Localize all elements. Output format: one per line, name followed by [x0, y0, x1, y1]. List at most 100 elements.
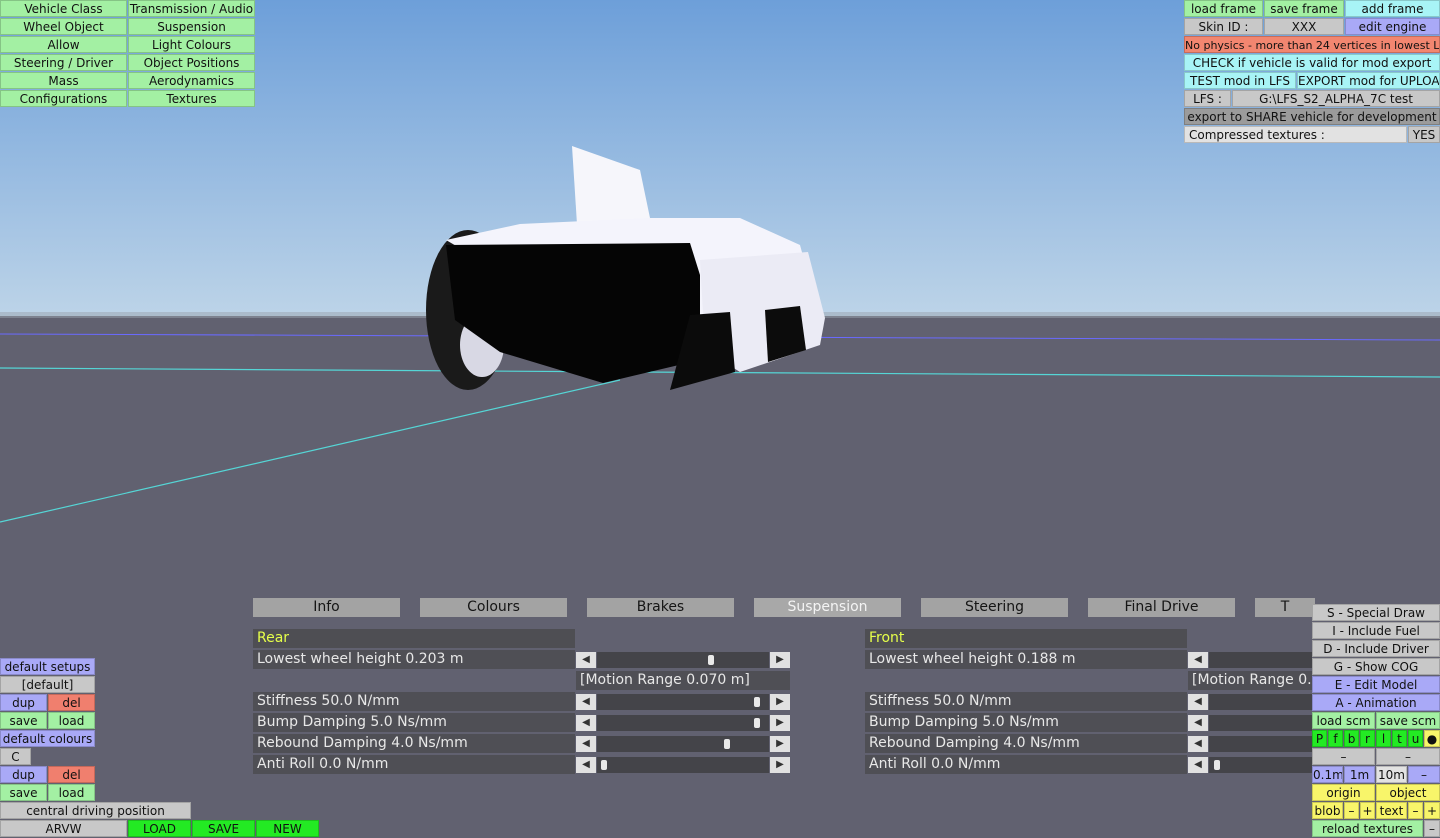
- vehicle-name-field[interactable]: ARVW: [0, 820, 127, 837]
- arrow-right-icon[interactable]: ▶: [770, 757, 790, 773]
- save-scm-button[interactable]: save scm: [1376, 712, 1440, 729]
- tab-brakes[interactable]: Brakes: [587, 598, 734, 617]
- arrow-left-icon[interactable]: ◀: [1188, 652, 1208, 668]
- arrow-left-icon[interactable]: ◀: [1188, 757, 1208, 773]
- toggle-f[interactable]: f: [1328, 730, 1343, 747]
- arrow-left-icon[interactable]: ◀: [1188, 736, 1208, 752]
- step-0-1m-button[interactable]: 0.1m: [1312, 766, 1343, 783]
- special-draw-button[interactable]: S - Special Draw: [1312, 604, 1440, 621]
- step-1m-button[interactable]: 1m: [1344, 766, 1375, 783]
- edit-engine-button[interactable]: edit engine: [1345, 18, 1440, 35]
- toggle-t[interactable]: t: [1392, 730, 1407, 747]
- test-mod-button[interactable]: TEST mod in LFS: [1184, 72, 1296, 89]
- toggle-u[interactable]: u: [1408, 730, 1423, 747]
- menu-wheel-object[interactable]: Wheel Object: [0, 18, 127, 35]
- include-fuel-button[interactable]: I - Include Fuel: [1312, 622, 1440, 639]
- setup-del-button[interactable]: del: [48, 694, 95, 711]
- colour-name-field[interactable]: C: [0, 748, 31, 765]
- arrow-right-icon[interactable]: ▶: [770, 736, 790, 752]
- menu-aerodynamics[interactable]: Aerodynamics: [128, 72, 255, 89]
- arrow-right-icon[interactable]: ▶: [770, 694, 790, 710]
- setup-load-button[interactable]: load: [48, 712, 95, 729]
- colour-save-button[interactable]: save: [0, 784, 47, 801]
- slider-knob[interactable]: [754, 697, 761, 707]
- toggle-b[interactable]: b: [1344, 730, 1359, 747]
- tab-info[interactable]: Info: [253, 598, 400, 617]
- arrow-left-icon[interactable]: ◀: [1188, 715, 1208, 731]
- tab-colours[interactable]: Colours: [420, 598, 567, 617]
- include-driver-button[interactable]: D - Include Driver: [1312, 640, 1440, 657]
- add-frame-button[interactable]: add frame: [1345, 0, 1440, 17]
- setup-save-button[interactable]: save: [0, 712, 47, 729]
- reload-minus-button[interactable]: –: [1424, 820, 1440, 837]
- text-minus-button[interactable]: –: [1408, 802, 1423, 819]
- text-button[interactable]: text: [1376, 802, 1407, 819]
- toggle-dot-icon[interactable]: ●: [1424, 730, 1440, 747]
- menu-transmission-audio[interactable]: Transmission / Audio: [128, 0, 255, 17]
- arrow-left-icon[interactable]: ◀: [1188, 694, 1208, 710]
- tab-tyres[interactable]: T: [1255, 598, 1315, 617]
- menu-mass[interactable]: Mass: [0, 72, 127, 89]
- origin-button[interactable]: origin: [1312, 784, 1375, 801]
- menu-suspension[interactable]: Suspension: [128, 18, 255, 35]
- toggle-l[interactable]: l: [1376, 730, 1391, 747]
- tab-final-drive[interactable]: Final Drive: [1088, 598, 1235, 617]
- menu-textures[interactable]: Textures: [128, 90, 255, 107]
- save-frame-button[interactable]: save frame: [1264, 0, 1344, 17]
- step-10m-button[interactable]: 10m: [1376, 766, 1407, 783]
- lfs-path-field[interactable]: G:\LFS_S2_ALPHA_7C test: [1232, 90, 1440, 107]
- slider-knob[interactable]: [601, 760, 607, 770]
- menu-allow[interactable]: Allow: [0, 36, 127, 53]
- arrow-left-icon[interactable]: ◀: [576, 715, 596, 731]
- arrow-right-icon[interactable]: ▶: [770, 715, 790, 731]
- toggle-p[interactable]: P: [1312, 730, 1327, 747]
- new-vehicle-button[interactable]: NEW: [256, 820, 319, 837]
- slider-knob[interactable]: [724, 739, 731, 749]
- step-minus-button[interactable]: –: [1408, 766, 1440, 783]
- arrow-left-icon[interactable]: ◀: [576, 757, 596, 773]
- arrow-left-icon[interactable]: ◀: [576, 736, 596, 752]
- slider-knob[interactable]: [708, 655, 715, 665]
- default-setups-button[interactable]: default setups: [0, 658, 95, 675]
- setup-dup-button[interactable]: dup: [0, 694, 47, 711]
- tab-suspension[interactable]: Suspension: [754, 598, 901, 617]
- toggle-r[interactable]: r: [1360, 730, 1375, 747]
- colour-dup-button[interactable]: dup: [0, 766, 47, 783]
- edit-model-button[interactable]: E - Edit Model: [1312, 676, 1440, 693]
- save-vehicle-button[interactable]: SAVE: [192, 820, 255, 837]
- colour-load-button[interactable]: load: [48, 784, 95, 801]
- menu-configurations[interactable]: Configurations: [0, 90, 127, 107]
- compressed-textures-toggle[interactable]: YES: [1408, 126, 1440, 143]
- load-vehicle-button[interactable]: LOAD: [128, 820, 191, 837]
- slider-knob[interactable]: [754, 718, 761, 728]
- arrow-left-icon[interactable]: ◀: [576, 652, 596, 668]
- minus-button-right[interactable]: –: [1376, 748, 1440, 765]
- slider-knob[interactable]: [1214, 760, 1220, 770]
- default-colours-button[interactable]: default colours: [0, 730, 95, 747]
- setup-name-field[interactable]: [default]: [0, 676, 95, 693]
- load-frame-button[interactable]: load frame: [1184, 0, 1263, 17]
- blob-plus-button[interactable]: +: [1360, 802, 1375, 819]
- animation-button[interactable]: A - Animation: [1312, 694, 1440, 711]
- object-button[interactable]: object: [1376, 784, 1440, 801]
- arrow-right-icon[interactable]: ▶: [770, 652, 790, 668]
- export-share-button[interactable]: export to SHARE vehicle for development: [1184, 108, 1440, 125]
- check-vehicle-button[interactable]: CHECK if vehicle is valid for mod export: [1184, 54, 1440, 71]
- export-upload-button[interactable]: EXPORT mod for UPLOAD: [1297, 72, 1440, 89]
- menu-light-colours[interactable]: Light Colours: [128, 36, 255, 53]
- colour-del-button[interactable]: del: [48, 766, 95, 783]
- skin-id-field[interactable]: XXX: [1264, 18, 1344, 35]
- blob-minus-button[interactable]: –: [1344, 802, 1359, 819]
- load-scm-button[interactable]: load scm: [1312, 712, 1375, 729]
- arrow-left-icon[interactable]: ◀: [576, 694, 596, 710]
- tab-steering[interactable]: Steering: [921, 598, 1068, 617]
- menu-steering-driver[interactable]: Steering / Driver: [0, 54, 127, 71]
- text-plus-button[interactable]: +: [1424, 802, 1440, 819]
- menu-vehicle-class[interactable]: Vehicle Class: [0, 0, 127, 17]
- show-cog-button[interactable]: G - Show COG: [1312, 658, 1440, 675]
- minus-button-left[interactable]: –: [1312, 748, 1375, 765]
- menu-object-positions[interactable]: Object Positions: [128, 54, 255, 71]
- reload-textures-button[interactable]: reload textures: [1312, 820, 1423, 837]
- blob-button[interactable]: blob: [1312, 802, 1343, 819]
- central-driving-position-button[interactable]: central driving position: [0, 802, 191, 819]
